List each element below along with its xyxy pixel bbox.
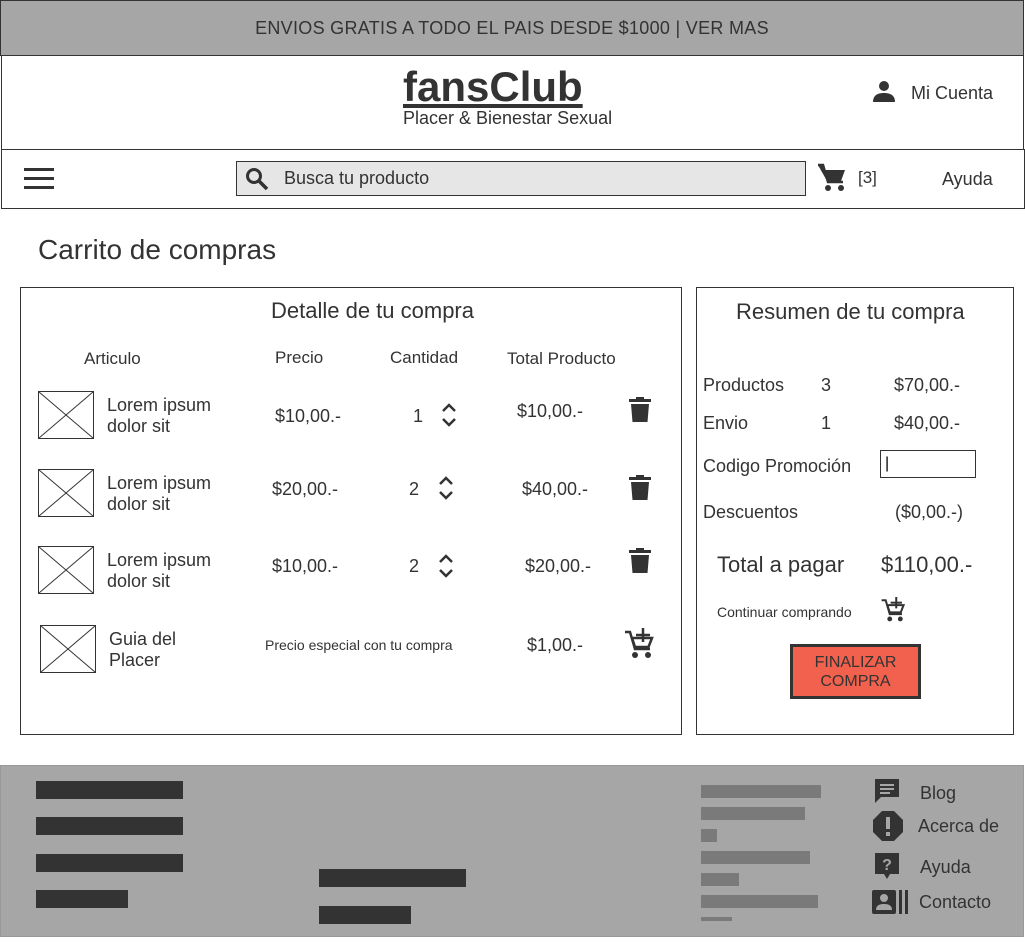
shipping-label: Envio [703, 413, 749, 433]
hamburger-menu-icon[interactable] [24, 165, 54, 191]
promo-banner[interactable]: ENVIOS GRATIS A TODO EL PAIS DESDE $1000… [0, 0, 1024, 56]
item-price: $10,00.- [272, 556, 339, 576]
help-icon[interactable]: ? [874, 852, 900, 880]
total-label: Total a pagar [717, 552, 845, 577]
item-quantity: 1 [413, 406, 424, 426]
promo-code-input[interactable] [880, 450, 976, 478]
footer-placeholder-bar [701, 807, 805, 820]
special-item-price: $1,00.- [527, 635, 584, 655]
footer-placeholder-bar [36, 854, 183, 872]
total-amount: $110,00.- [881, 552, 973, 577]
item-quantity: 2 [409, 479, 420, 499]
item-total: $10,00.- [517, 401, 584, 421]
footer-placeholder-bar [36, 781, 183, 799]
col-header-article: Articulo [84, 349, 141, 368]
discount-amount: ($0,00.-) [895, 502, 964, 522]
continue-shopping-link[interactable]: Continuar comprando [717, 604, 852, 620]
quantity-stepper-icon[interactable] [441, 401, 457, 429]
footer-placeholder-bar [701, 895, 818, 908]
add-to-cart-icon[interactable] [623, 628, 655, 660]
item-name[interactable]: Lorem ipsum dolor sit [107, 550, 237, 592]
col-header-price: Precio [275, 348, 324, 367]
footer-placeholder-bar [701, 829, 717, 842]
products-count: 3 [821, 375, 832, 395]
brand-logo[interactable]: fansClub [403, 66, 583, 108]
footer-placeholder-bar [701, 873, 739, 886]
svg-text:?: ? [882, 857, 892, 874]
page-title: Carrito de compras [38, 234, 277, 265]
item-total: $20,00.- [525, 556, 592, 576]
item-name[interactable]: Lorem ipsum dolor sit [107, 473, 237, 515]
product-image-placeholder[interactable] [38, 391, 94, 439]
col-header-total: Total Producto [507, 349, 616, 368]
discount-label: Descuentos [703, 502, 799, 522]
product-image-placeholder[interactable] [40, 625, 96, 673]
quantity-stepper-icon[interactable] [438, 552, 454, 580]
footer-link-blog[interactable]: Blog [920, 783, 956, 804]
account-link[interactable]: Mi Cuenta [911, 83, 993, 104]
col-header-quantity: Cantidad [390, 348, 459, 367]
search-icon[interactable] [245, 167, 269, 191]
item-quantity: 2 [409, 556, 420, 576]
footer-placeholder-bar [701, 917, 732, 921]
promo-code-label: Codigo Promoción [703, 456, 852, 476]
trash-icon[interactable] [628, 397, 652, 423]
quantity-stepper-icon[interactable] [438, 474, 454, 502]
footer-placeholder-bar [36, 890, 128, 908]
footer-placeholder-bar [319, 869, 466, 887]
shopping-cart-icon[interactable] [816, 162, 848, 194]
search-input[interactable] [284, 168, 764, 189]
trash-icon[interactable] [628, 475, 652, 501]
brand-tagline: Placer & Bienestar Sexual [403, 108, 613, 128]
chat-icon[interactable] [873, 777, 901, 805]
finalize-purchase-button[interactable]: FINALIZAR COMPRA [790, 644, 921, 699]
summary-title: Resumen de tu compra [736, 299, 965, 324]
footer-link-help[interactable]: Ayuda [920, 857, 971, 878]
special-item-name[interactable]: Guia del Placer [109, 629, 209, 671]
item-price: $20,00.- [272, 479, 339, 499]
trash-icon[interactable] [628, 548, 652, 574]
products-label: Productos [703, 375, 785, 395]
contact-card-icon[interactable] [872, 889, 910, 915]
search-bar [236, 161, 806, 196]
person-icon[interactable] [872, 79, 896, 103]
special-price-note: Precio especial con tu compra [265, 637, 453, 653]
footer-placeholder-bar [701, 851, 810, 864]
cart-count-badge[interactable]: [3] [858, 168, 877, 188]
add-to-cart-icon[interactable] [880, 597, 906, 623]
help-link[interactable]: Ayuda [942, 169, 993, 190]
item-name[interactable]: Lorem ipsum dolor sit [107, 395, 237, 437]
item-total: $40,00.- [522, 479, 589, 499]
footer-placeholder-bar [701, 785, 821, 798]
shipping-count: 1 [821, 413, 832, 433]
footer-link-about[interactable]: Acerca de [918, 816, 999, 837]
alert-icon[interactable] [872, 810, 904, 842]
shipping-amount: $40,00.- [894, 413, 961, 433]
footer-placeholder-bar [319, 906, 411, 924]
finalize-button-label: FINALIZAR COMPRA [814, 653, 897, 690]
product-image-placeholder[interactable] [38, 546, 94, 594]
promo-banner-text[interactable]: ENVIOS GRATIS A TODO EL PAIS DESDE $1000… [255, 18, 769, 39]
products-amount: $70,00.- [894, 375, 961, 395]
detail-title: Detalle de tu compra [271, 298, 474, 323]
product-image-placeholder[interactable] [38, 469, 94, 517]
footer-link-contact[interactable]: Contacto [919, 892, 991, 913]
footer-placeholder-bar [36, 817, 183, 835]
item-price: $10,00.- [275, 406, 342, 426]
